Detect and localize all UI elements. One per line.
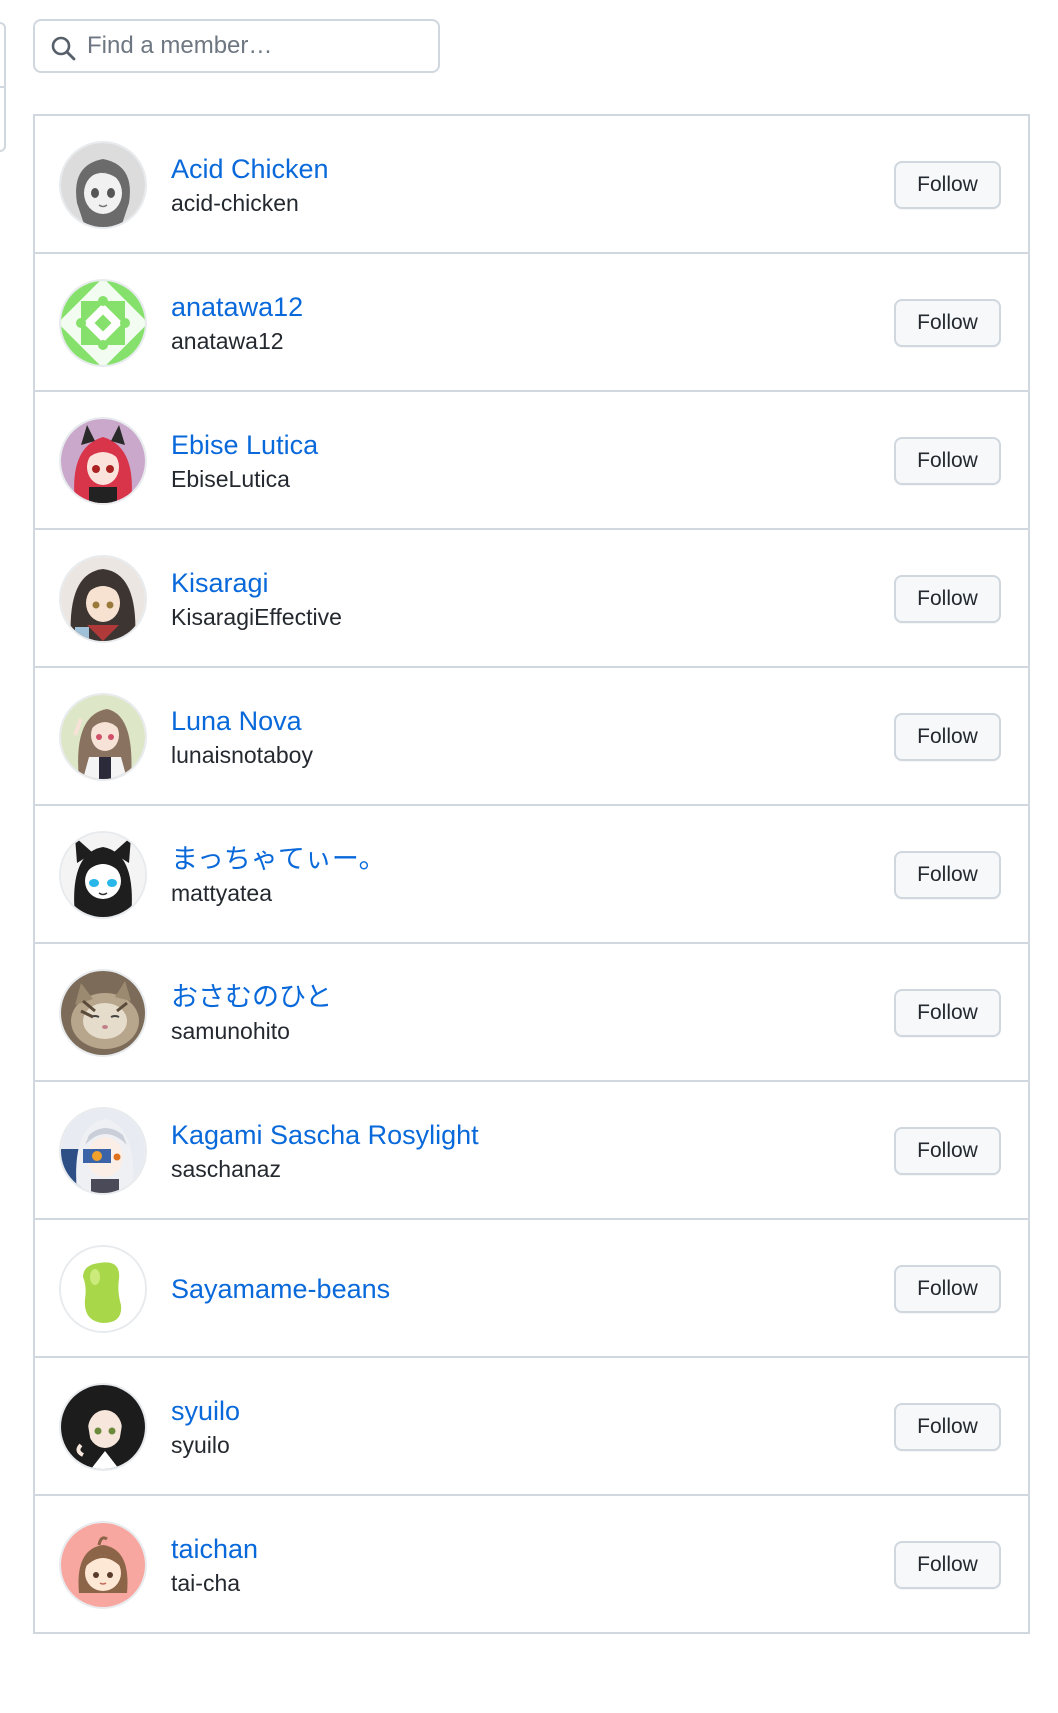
avatar-image	[61, 143, 145, 227]
member-row: Kagami Sascha Rosylight saschanaz Follow	[35, 1082, 1028, 1220]
member-list: Acid Chicken acid-chicken Follow anatawa…	[33, 114, 1030, 1634]
member-login: saschanaz	[171, 1156, 281, 1182]
member-row: taichan tai-cha Follow	[35, 1496, 1028, 1632]
member-display-name[interactable]: Luna Nova	[171, 703, 313, 739]
member-login: KisaragiEffective	[171, 604, 342, 630]
avatar-image	[61, 281, 145, 365]
member-login: tai-cha	[171, 1570, 241, 1596]
avatar-image	[61, 695, 145, 779]
avatar[interactable]	[61, 557, 145, 641]
member-display-name[interactable]: anatawa12	[171, 289, 303, 325]
member-row: Acid Chicken acid-chicken Follow	[35, 116, 1028, 254]
avatar[interactable]	[61, 971, 145, 1055]
member-row: anatawa12 anatawa12 Follow	[35, 254, 1028, 392]
member-row: Sayamame-beans Follow	[35, 1220, 1028, 1358]
follow-button[interactable]: Follow	[894, 437, 1001, 485]
avatar-image	[61, 1385, 145, 1469]
avatar[interactable]	[61, 1385, 145, 1469]
avatar[interactable]	[61, 419, 145, 503]
avatar-image	[61, 1109, 145, 1193]
avatar[interactable]	[61, 1247, 145, 1331]
member-row: おさむのひと samunohito Follow	[35, 944, 1028, 1082]
avatar[interactable]	[61, 833, 145, 917]
follow-button[interactable]: Follow	[894, 1403, 1001, 1451]
member-row: Kisaragi KisaragiEffective Follow	[35, 530, 1028, 668]
member-login: syuilo	[171, 1432, 230, 1458]
search-icon	[51, 36, 76, 61]
avatar-image	[61, 1523, 145, 1607]
member-login: acid-chicken	[171, 190, 299, 216]
follow-button[interactable]: Follow	[894, 1541, 1001, 1589]
member-login: mattyatea	[171, 880, 272, 906]
member-login: lunaisnotaboy	[171, 742, 313, 768]
avatar[interactable]	[61, 695, 145, 779]
sidebar-edge	[0, 22, 6, 152]
avatar-image	[61, 971, 145, 1055]
member-display-name[interactable]: まっちゃてぃー。	[171, 841, 386, 877]
follow-button[interactable]: Follow	[894, 713, 1001, 761]
member-display-name[interactable]: Ebise Lutica	[171, 427, 318, 463]
member-row: Luna Nova lunaisnotaboy Follow	[35, 668, 1028, 806]
avatar-image	[61, 419, 145, 503]
member-display-name[interactable]: Acid Chicken	[171, 151, 329, 187]
member-login: samunohito	[171, 1018, 290, 1044]
follow-button[interactable]: Follow	[894, 851, 1001, 899]
member-login: anatawa12	[171, 328, 284, 354]
avatar-image	[61, 1247, 145, 1331]
member-search[interactable]	[33, 19, 440, 73]
follow-button[interactable]: Follow	[894, 1265, 1001, 1313]
member-display-name[interactable]: おさむのひと	[171, 979, 332, 1015]
follow-button[interactable]: Follow	[894, 1127, 1001, 1175]
follow-button[interactable]: Follow	[894, 575, 1001, 623]
member-login: EbiseLutica	[171, 466, 290, 492]
member-display-name[interactable]: Sayamame-beans	[171, 1271, 390, 1307]
follow-button[interactable]: Follow	[894, 989, 1001, 1037]
search-input[interactable]	[87, 21, 432, 71]
member-row: Ebise Lutica EbiseLutica Follow	[35, 392, 1028, 530]
avatar-image	[61, 557, 145, 641]
member-display-name[interactable]: syuilo	[171, 1393, 240, 1429]
follow-button[interactable]: Follow	[894, 161, 1001, 209]
follow-button[interactable]: Follow	[894, 299, 1001, 347]
avatar[interactable]	[61, 1523, 145, 1607]
member-display-name[interactable]: taichan	[171, 1531, 258, 1567]
avatar[interactable]	[61, 1109, 145, 1193]
member-display-name[interactable]: Kagami Sascha Rosylight	[171, 1117, 479, 1153]
avatar[interactable]	[61, 281, 145, 365]
avatar-image	[61, 833, 145, 917]
member-display-name[interactable]: Kisaragi	[171, 565, 342, 601]
member-row: syuilo syuilo Follow	[35, 1358, 1028, 1496]
avatar[interactable]	[61, 143, 145, 227]
member-row: まっちゃてぃー。 mattyatea Follow	[35, 806, 1028, 944]
